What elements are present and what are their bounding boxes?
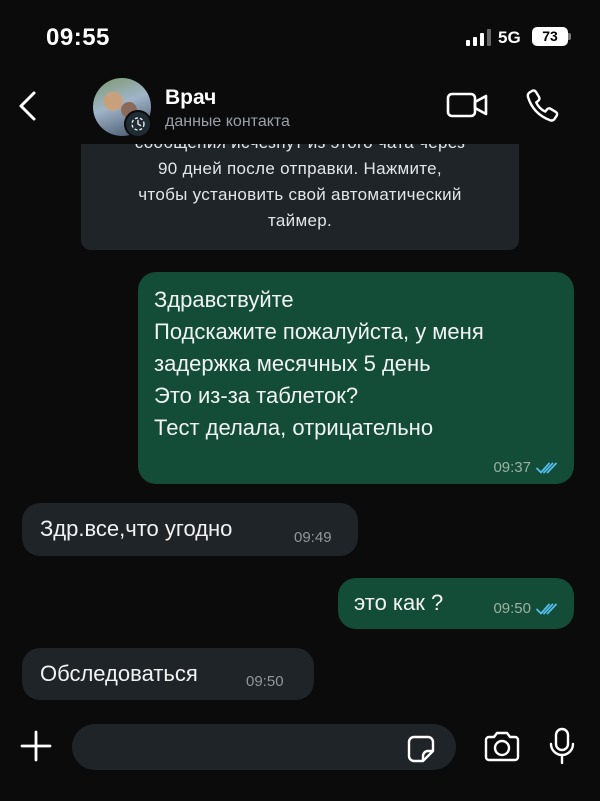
video-call-button[interactable] bbox=[446, 90, 490, 120]
incoming-message[interactable]: Здр.все,что угодно 09:49 bbox=[22, 503, 358, 556]
message-time: 09:37 bbox=[493, 459, 531, 476]
battery-icon: 73 bbox=[532, 27, 568, 46]
voice-call-button[interactable] bbox=[522, 86, 562, 126]
double-check-icon bbox=[536, 462, 557, 473]
message-time: 09:50 bbox=[493, 600, 531, 617]
notice-line: 90 дней после отправки. Нажмите, bbox=[158, 159, 442, 178]
message-text: Здравствуйте Подскажите пожалуйста, у ме… bbox=[154, 287, 484, 440]
camera-icon bbox=[484, 731, 520, 762]
chevron-left-icon bbox=[19, 91, 36, 121]
contact-name[interactable]: Врач bbox=[165, 86, 216, 110]
notice-line: чтобы установить свой автоматический bbox=[138, 185, 462, 204]
sticker-button[interactable] bbox=[406, 734, 436, 764]
message-text: Здр.все,что угодно bbox=[40, 516, 233, 541]
sticker-icon bbox=[407, 735, 435, 763]
network-label: 5G bbox=[498, 28, 521, 47]
camera-button[interactable] bbox=[482, 730, 522, 764]
message-text: Обследоваться bbox=[40, 661, 198, 686]
status-bar: 09:55 5G 73 bbox=[0, 0, 600, 68]
incoming-message[interactable]: Обследоваться 09:50 bbox=[22, 648, 314, 700]
back-button[interactable] bbox=[10, 84, 44, 128]
composer-bar bbox=[0, 712, 600, 801]
notice-line: таймер. bbox=[268, 211, 332, 230]
attach-button[interactable] bbox=[18, 728, 54, 764]
contact-info-link[interactable]: данные контакта bbox=[165, 113, 290, 131]
message-time: 09:49 bbox=[294, 529, 332, 546]
battery-tip bbox=[568, 33, 571, 40]
outgoing-message[interactable]: это как ? 09:50 bbox=[338, 578, 574, 629]
chat-header: Врач данные контакта bbox=[0, 68, 600, 144]
message-meta: 09:50 bbox=[493, 600, 558, 617]
message-input[interactable] bbox=[72, 724, 456, 770]
signal-icon bbox=[466, 29, 491, 46]
status-time: 09:55 bbox=[46, 24, 110, 51]
timer-icon bbox=[124, 110, 152, 138]
microphone-button[interactable] bbox=[547, 726, 577, 766]
outgoing-message[interactable]: Здравствуйте Подскажите пожалуйста, у ме… bbox=[138, 272, 574, 484]
message-meta: 09:50 bbox=[246, 673, 284, 690]
phone-icon bbox=[526, 89, 559, 122]
message-time: 09:50 bbox=[246, 673, 284, 690]
microphone-icon bbox=[549, 727, 575, 765]
double-check-icon bbox=[536, 603, 557, 614]
plus-icon bbox=[20, 730, 52, 762]
message-meta: 09:49 bbox=[294, 529, 332, 546]
message-meta: 09:37 bbox=[493, 459, 558, 476]
video-camera-icon bbox=[446, 92, 488, 118]
message-text: это как ? bbox=[354, 590, 444, 615]
